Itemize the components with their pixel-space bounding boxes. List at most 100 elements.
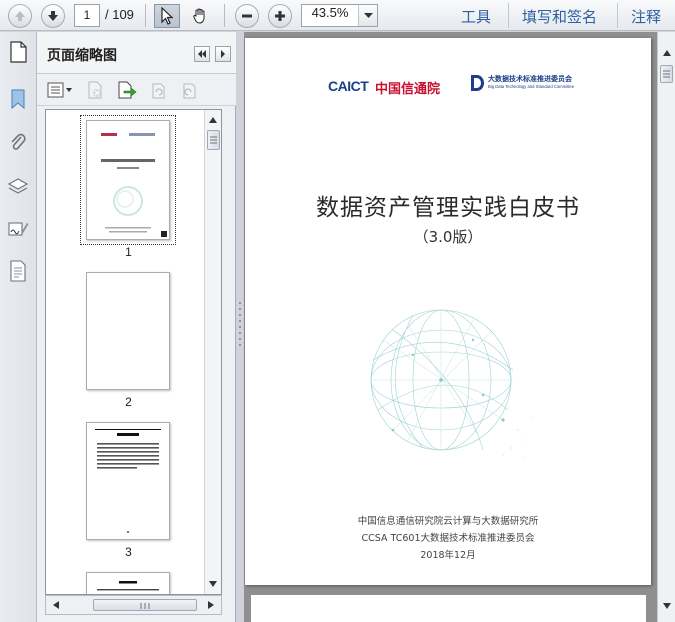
thumbnail-options-button[interactable] [46,79,74,101]
document-page-1: CAICT 中国信通院 大数据技术标准推进委员会 Big Data Techno… [245,38,651,585]
caict-logo-text: CAICT [328,78,369,94]
grip-icon [210,136,217,144]
scroll-right-arrow-icon[interactable] [207,600,215,610]
plus-icon [275,11,285,21]
zoom-in-button[interactable] [268,4,292,28]
thumbnail-page-4[interactable] [86,572,170,594]
rotate-right-button[interactable] [178,79,200,101]
panel-title: 页面缩略图 [47,48,117,64]
rotate-page-right-icon [183,83,196,99]
menu-fill-sign[interactable]: 填写和签名 [522,6,597,27]
document-org-line-1: 中国信息通信研究院云计算与大数据研究所 [357,516,539,527]
chevron-down-icon [363,12,373,18]
document-viewport[interactable]: CAICT 中国信通院 大数据技术标准推进委员会 Big Data Techno… [244,32,657,622]
collapse-panel-button[interactable] [194,46,210,62]
caict-logo-cn: 中国信通院 [375,82,441,97]
thumbnail-page-1[interactable] [86,120,170,240]
thumbnail-page-4-preview [97,581,159,591]
options-menu-icon [47,82,72,98]
main-toolbar: 1 / 109 43.5% 工具 填写和签名 注释 [0,0,675,31]
grip-icon [663,70,670,78]
thumbnail-page-3[interactable] [86,422,170,540]
splitter-grip-icon [239,302,241,346]
page-icon [10,41,27,63]
thumbnail-page-3-preview [95,429,161,533]
horizontal-scroll-thumb[interactable] [93,599,197,611]
toolbar-divider [224,4,225,27]
hand-tool-button[interactable] [187,4,213,28]
menu-divider [617,3,618,28]
menu-tools[interactable]: 工具 [461,6,491,27]
thumbnail-scroll-thumb[interactable] [207,130,220,150]
arrow-down-icon [48,11,58,21]
bigdata-committee-logo: 大数据技术标准推进委员会 Big Data Technology and Sta… [470,73,580,95]
thumbnail-horizontal-scrollbar[interactable] [45,595,222,615]
document-vertical-scrollbar[interactable] [657,32,675,622]
scroll-down-arrow-icon[interactable] [662,602,672,610]
paperclip-icon [11,133,26,150]
bigdata-logo-en: Big Data Technology and Standard Committ… [488,84,575,89]
extract-pages-button[interactable] [116,79,138,101]
bigdata-logo-cn: 大数据技术标准推进委员会 [488,75,572,83]
thumbnail-page-1-preview [101,133,167,237]
page-total-label: / 109 [105,7,134,22]
document-title: 数据资产管理实践白皮书 [316,195,580,221]
export-page-icon [118,81,137,99]
zoom-select[interactable]: 43.5% [301,4,378,27]
previous-page-button[interactable] [8,4,32,28]
scroll-up-arrow-icon[interactable] [208,116,218,124]
delete-pages-button[interactable] [84,79,106,101]
document-org-line-2: CCSA TC601大数据技术标准推进委员会 [361,533,535,544]
minus-icon [242,14,252,18]
zoom-out-button[interactable] [235,4,259,28]
page-number-input[interactable]: 1 [74,4,100,27]
menu-divider [508,3,509,28]
scroll-left-arrow-icon[interactable] [52,600,60,610]
zoom-value[interactable]: 43.5% [302,5,358,26]
layers-icon [7,178,29,194]
navigation-rail [0,32,37,622]
thumbnails-panel: 页面缩略图 1 2 3 [37,32,236,622]
caict-logo: CAICT 中国信通院 [328,76,446,97]
document-version: （3.0版） [413,228,483,246]
zoom-dropdown-button[interactable] [358,5,377,26]
grip-icon [140,603,150,609]
layers-nav-button[interactable] [6,173,30,199]
toolbar-divider [145,4,146,27]
next-page-button[interactable] [41,4,65,28]
document-lines-icon [10,260,26,282]
arrow-up-icon [15,11,25,21]
expand-panel-button[interactable] [215,46,231,62]
thumbnail-label: 2 [125,395,132,409]
document-date: 2018年12月 [420,550,476,561]
signature-pen-icon [8,222,29,236]
page-thumbnails-nav-button[interactable] [6,39,30,65]
thumbnail-label: 1 [125,245,132,259]
bookmarks-nav-button[interactable] [6,86,30,112]
rotate-page-icon [152,83,165,99]
thumbnail-list: 1 2 3 [45,109,222,595]
signatures-nav-button[interactable] [6,216,30,242]
bookmark-icon [11,89,25,110]
double-chevron-left-icon [198,50,206,58]
thumbnail-tools [37,74,236,106]
scroll-up-arrow-icon[interactable] [662,49,672,57]
scroll-down-arrow-icon[interactable] [208,580,218,588]
thumbnail-page-2[interactable] [86,272,170,390]
chevron-right-icon [221,50,225,58]
thumbnail-vertical-scrollbar[interactable] [204,110,221,594]
panel-header: 页面缩略图 [37,32,236,74]
globe-network-illustration [370,309,534,459]
thumbnail-label: 3 [125,545,132,559]
rotate-left-button[interactable] [147,79,169,101]
panel-splitter[interactable] [236,32,244,622]
attachments-nav-button[interactable] [6,129,30,155]
select-tool-button[interactable] [154,4,180,28]
hand-icon [193,8,205,24]
cursor-arrow-icon [161,7,174,25]
document-page-2 [251,595,646,622]
document-scroll-thumb[interactable] [660,65,673,83]
delete-page-icon [88,81,102,99]
menu-comment[interactable]: 注释 [631,6,661,27]
content-nav-button[interactable] [6,258,30,284]
